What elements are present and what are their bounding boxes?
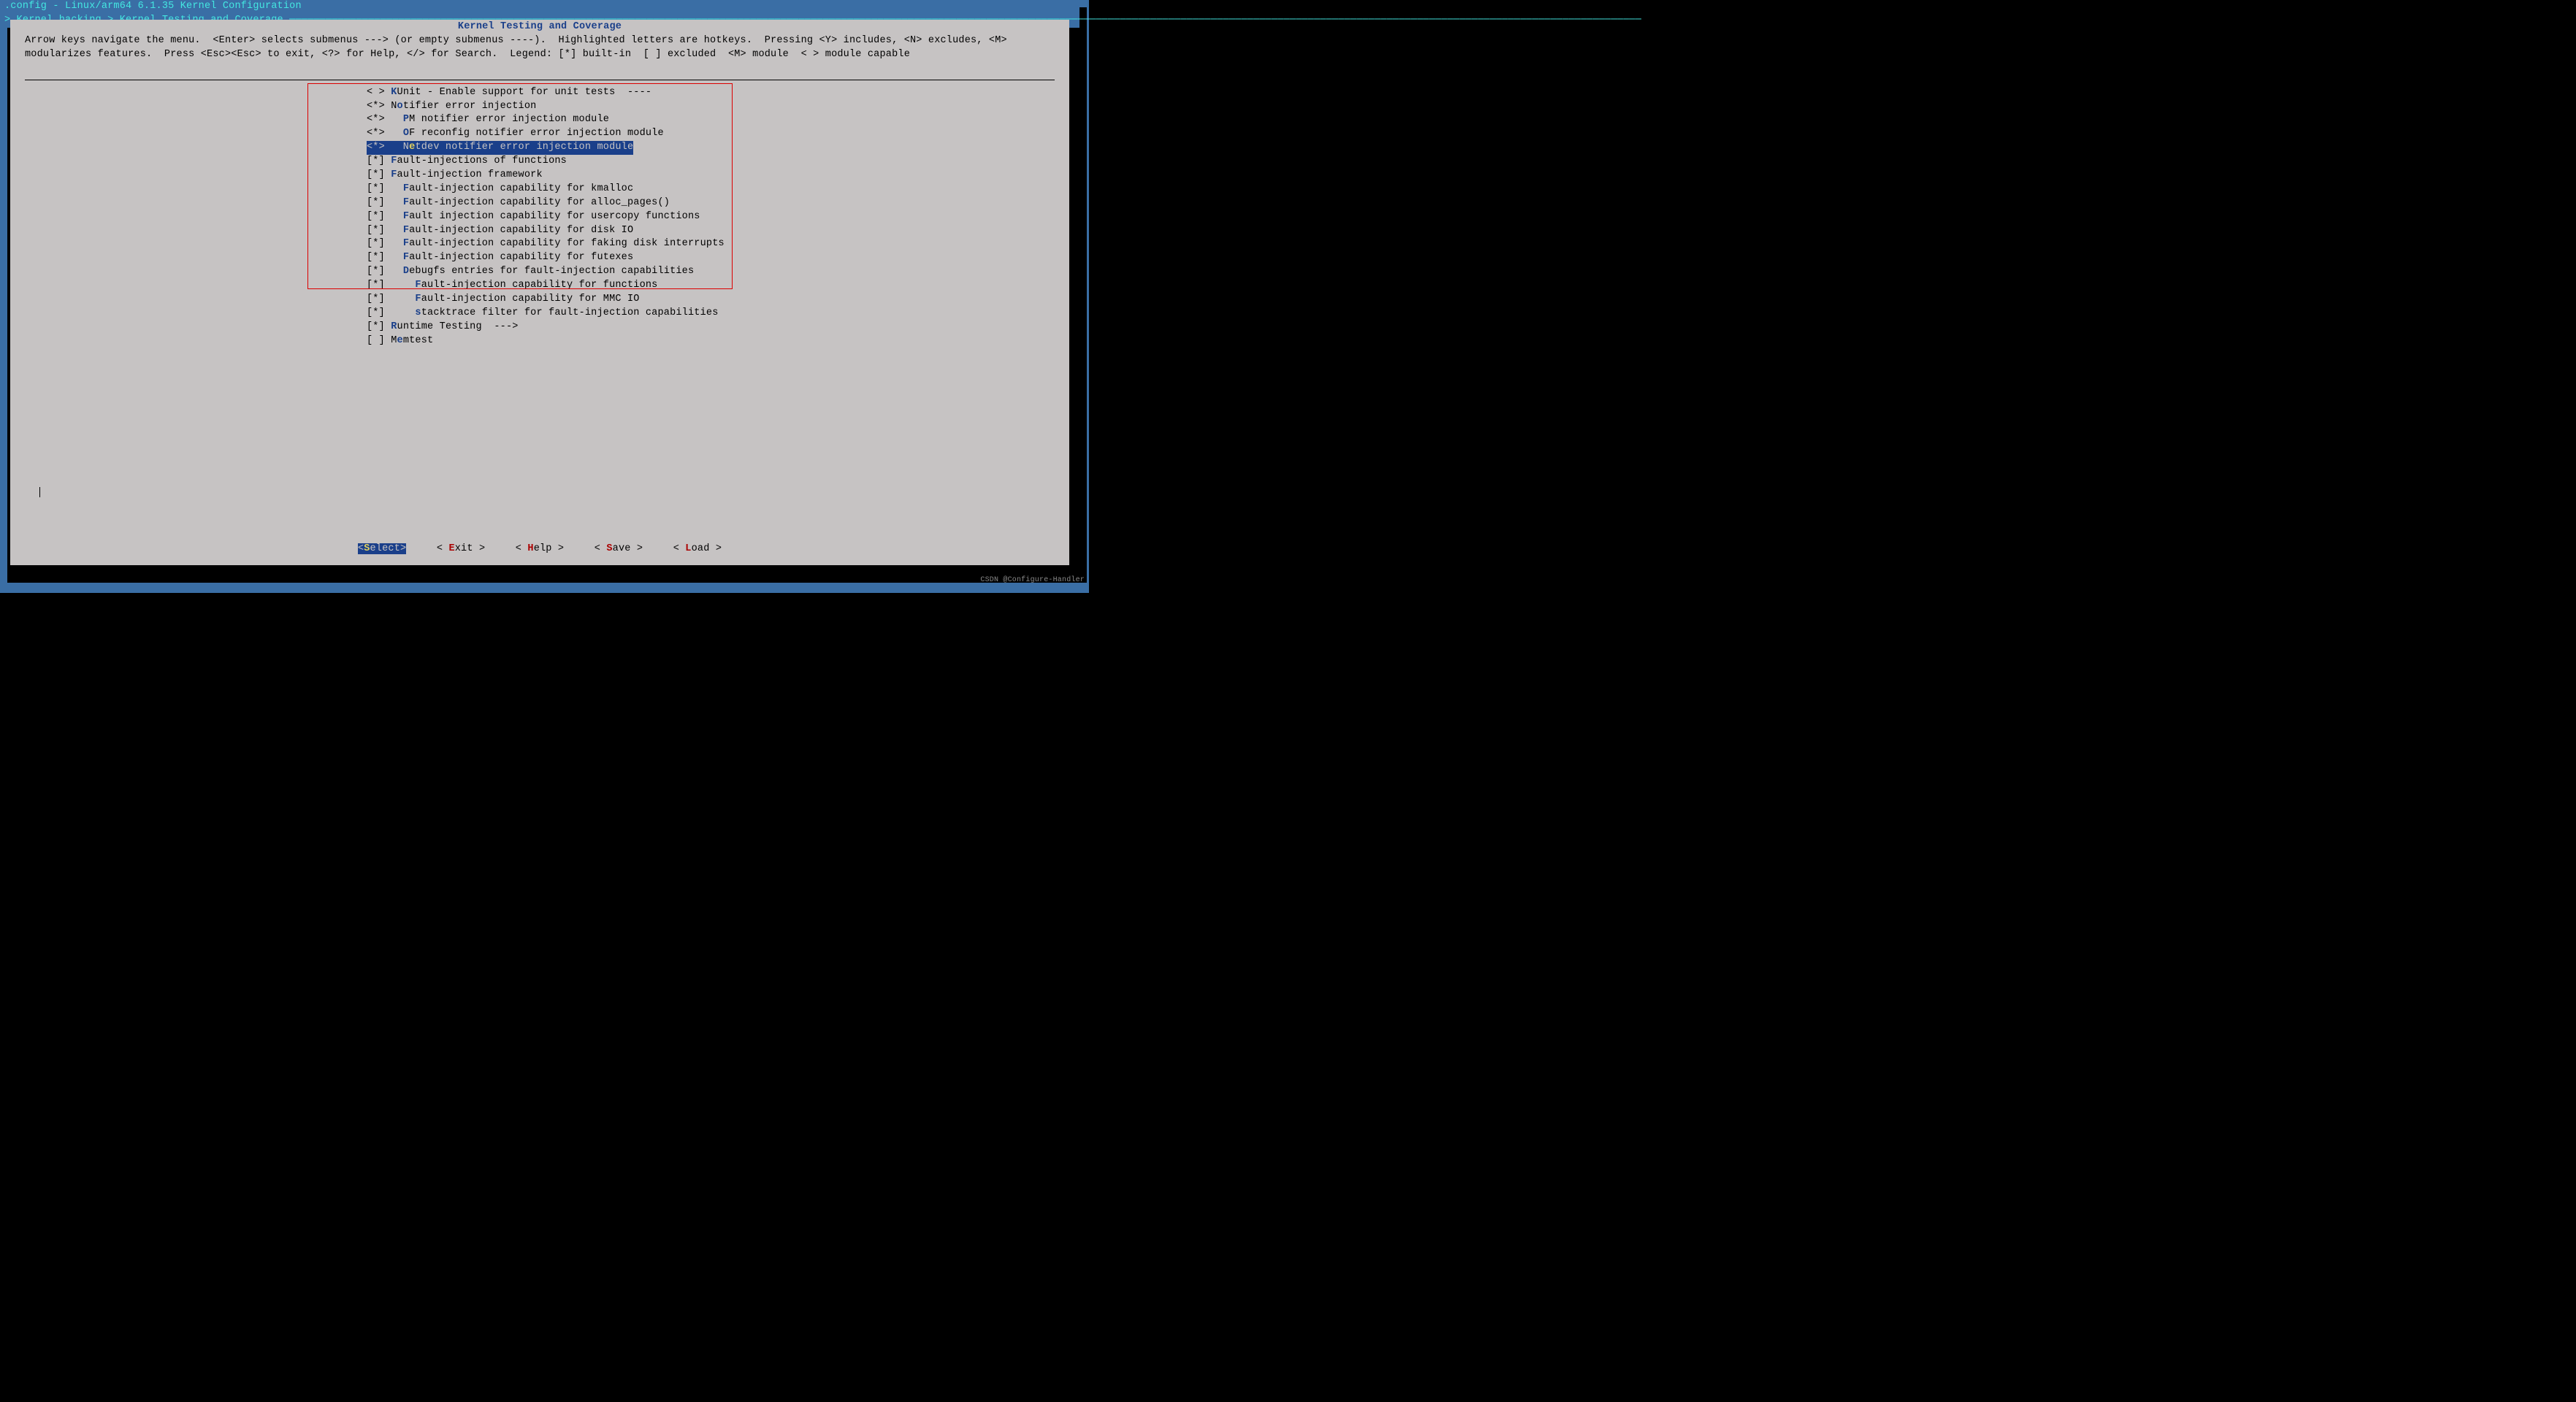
load-button[interactable]: < Load > bbox=[673, 543, 722, 554]
main-window: Kernel Testing and Coverage Arrow keys n… bbox=[10, 20, 1069, 565]
menu-item-13[interactable]: [*] Debugfs entries for fault-injection … bbox=[367, 265, 1055, 279]
menu-item-15[interactable]: [*] Fault-injection capability for MMC I… bbox=[367, 293, 1055, 307]
menu-item-3[interactable]: <*> OF reconfig notifier error injection… bbox=[367, 127, 1055, 141]
menu-item-8[interactable]: [*] Fault-injection capability for alloc… bbox=[367, 196, 1055, 210]
menu-item-2[interactable]: <*> PM notifier error injection module bbox=[367, 113, 1055, 127]
select-button[interactable]: <Select> bbox=[358, 543, 406, 554]
menu-item-11[interactable]: [*] Fault-injection capability for fakin… bbox=[367, 237, 1055, 251]
menu-item-6[interactable]: [*] Fault-injection framework bbox=[367, 169, 1055, 183]
menu-box: < > KUnit - Enable support for unit test… bbox=[25, 80, 1055, 532]
menu-item-0[interactable]: < > KUnit - Enable support for unit test… bbox=[367, 86, 1055, 100]
menu-item-1[interactable]: <*> Notifier error injection bbox=[367, 100, 1055, 114]
menu-item-16[interactable]: [*] stacktrace filter for fault-injectio… bbox=[367, 307, 1055, 321]
menu-item-5[interactable]: [*] Fault-injections of functions bbox=[367, 155, 1055, 169]
menu-item-12[interactable]: [*] Fault-injection capability for futex… bbox=[367, 251, 1055, 265]
menu-item-9[interactable]: [*] Fault injection capability for userc… bbox=[367, 210, 1055, 224]
config-title: .config - Linux/arm64 6.1.35 Kernel Conf… bbox=[4, 0, 1075, 14]
menu-item-14[interactable]: [*] Fault-injection capability for funct… bbox=[367, 279, 1055, 293]
page-title: Kernel Testing and Coverage bbox=[10, 20, 1069, 34]
exit-button[interactable]: < Exit > bbox=[437, 543, 485, 554]
menu-list[interactable]: < > KUnit - Enable support for unit test… bbox=[25, 80, 1055, 348]
menu-item-7[interactable]: [*] Fault-injection capability for kmall… bbox=[367, 183, 1055, 196]
save-button[interactable]: < Save > bbox=[595, 543, 643, 554]
menu-item-18[interactable]: [ ] Memtest bbox=[367, 334, 1055, 348]
help-text: Arrow keys navigate the menu. <Enter> se… bbox=[10, 34, 1069, 65]
menu-item-4[interactable]: <*> Netdev notifier error injection modu… bbox=[367, 141, 633, 155]
help-button[interactable]: < Help > bbox=[516, 543, 564, 554]
button-row: <Select> < Exit > < Help > < Save > < Lo… bbox=[10, 543, 1069, 556]
menu-item-17[interactable]: [*] Runtime Testing ---> bbox=[367, 321, 1055, 334]
menu-item-10[interactable]: [*] Fault-injection capability for disk … bbox=[367, 224, 1055, 238]
watermark: CSDN @Configure-Handler bbox=[980, 575, 1085, 586]
